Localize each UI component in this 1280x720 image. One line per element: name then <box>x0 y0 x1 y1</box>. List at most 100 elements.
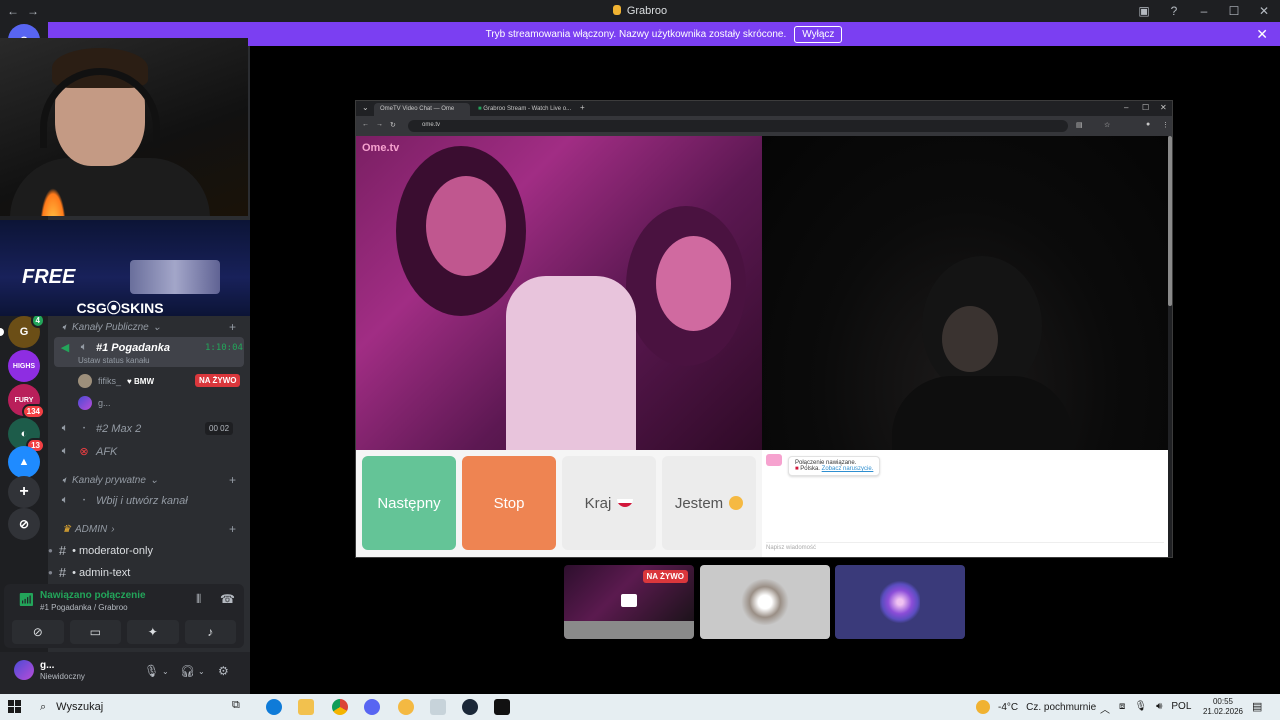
browser-close-icon[interactable]: ✕ <box>1160 103 1167 112</box>
shared-browser-window[interactable]: ⌄ OmeTV Video Chat — Ome ■ Grabroo Strea… <box>355 100 1173 558</box>
bookmark-star-icon[interactable]: ☆ <box>1104 121 1110 129</box>
channel-admin-text[interactable]: ● # • admin-text <box>48 565 130 580</box>
stop-button[interactable]: Stop <box>462 456 556 550</box>
browser-minimize-icon[interactable]: – <box>1124 103 1128 112</box>
browser-maximize-icon[interactable]: ☐ <box>1142 103 1149 112</box>
channel-pogadanka[interactable]: ◀︎ 🔈︎ #1 Pogadanka <box>58 341 170 354</box>
disable-streamer-mode-button[interactable]: Wyłącz <box>794 25 843 43</box>
browser-back-icon[interactable]: ← <box>362 121 369 128</box>
boy-face-icon <box>729 496 744 510</box>
back-arrow-icon[interactable]: ← <box>6 4 20 18</box>
server-arrow-icon[interactable]: ▲ <box>8 446 40 478</box>
channel-name: #1 Pogadanka <box>96 341 170 354</box>
channel-moderator-only[interactable]: ● # • moderator-only <box>48 543 153 558</box>
channel-afk[interactable]: 🔈︎ ⊗ AFK <box>58 445 118 458</box>
microphone-icon[interactable]: 🎙︎ <box>144 664 159 678</box>
participant-thumbnail[interactable] <box>835 565 965 639</box>
tab-search-icon[interactable]: ⌄ <box>362 103 369 112</box>
page-scrollbar[interactable] <box>1168 136 1172 306</box>
chrome-icon[interactable] <box>332 699 348 715</box>
new-tab-icon[interactable]: + <box>580 103 585 112</box>
add-channel-icon[interactable]: + <box>229 473 236 487</box>
language-indicator[interactable]: POL <box>1171 701 1191 716</box>
edge-icon[interactable] <box>266 699 282 715</box>
noise-suppression-icon[interactable]: ⦀ <box>196 592 201 607</box>
gender-button[interactable]: Jestem <box>662 456 756 550</box>
stream-thumbnail[interactable]: NA ŻYWO <box>564 565 694 639</box>
next-button[interactable]: Następny <box>362 456 456 550</box>
epic-games-icon[interactable] <box>494 699 510 715</box>
disconnect-icon[interactable]: ☎ <box>220 592 235 606</box>
notepad-icon[interactable] <box>430 699 446 715</box>
app-icon[interactable] <box>398 699 414 715</box>
screen-share-button[interactable]: ▭ <box>69 620 121 644</box>
close-icon[interactable]: ✕ <box>1256 26 1268 43</box>
soundboard-button[interactable]: ♪ <box>184 620 236 644</box>
steam-icon[interactable] <box>462 699 478 715</box>
add-channel-icon[interactable]: + <box>229 320 236 334</box>
address-bar[interactable]: ome.tv <box>408 120 1068 132</box>
file-explorer-icon[interactable] <box>298 699 314 715</box>
server-fury-icon[interactable]: FURY 134 <box>8 384 45 419</box>
chat-input[interactable]: Napisz wiadomość <box>766 542 1164 554</box>
settings-gear-icon[interactable]: ⚙ <box>218 664 229 678</box>
participant-thumbnail[interactable] <box>700 565 830 639</box>
csgoskins-ad[interactable]: FREE CSG⦿SKINS <box>0 220 250 316</box>
taskbar-search[interactable]: ⌕ Wyszukaj <box>34 696 214 718</box>
browser-toolbar: ← → ↻ ome.tv ▤ ☆ ● ⋮ <box>356 116 1172 136</box>
volume-icon[interactable]: 🔊︎ <box>1156 701 1162 716</box>
tray-overflow-icon[interactable]: ︿ <box>1100 701 1110 716</box>
user-tag: ♥ BMW <box>127 376 154 386</box>
chevron-down-icon[interactable]: ⌄ <box>198 667 205 676</box>
voice-user-fifiks[interactable]: fifiks_ ♥ BMW <box>78 374 154 388</box>
avatar <box>78 374 92 388</box>
avatar[interactable] <box>14 660 34 680</box>
task-view-icon[interactable]: ⧉ <box>232 699 248 715</box>
browser-reload-icon[interactable]: ↻ <box>390 121 396 129</box>
stop-label: Stop <box>493 494 525 512</box>
category-public[interactable]: 🔈︎ Kanały Publiczne ⌄ <box>62 322 161 333</box>
help-icon[interactable]: ? <box>1166 3 1182 19</box>
report-link[interactable]: Zobacz naruszycie. <box>822 466 874 472</box>
forward-arrow-icon[interactable]: → <box>26 4 40 18</box>
channel-max2[interactable]: 🔈︎ • #2 Max 2 <box>58 422 142 435</box>
chat-country: Polska. <box>800 466 820 472</box>
browser-tab-ometv[interactable]: OmeTV Video Chat — Ome <box>374 103 470 116</box>
explore-icon[interactable]: ⊘ <box>8 508 40 540</box>
count-a: 00 <box>209 424 218 433</box>
discord-icon[interactable] <box>364 699 380 715</box>
channel-wbij[interactable]: 🔈︎ • Wbij i utwórz kanał <box>58 494 188 507</box>
category-private[interactable]: 🔈︎ Kanały prywatne ⌄ <box>62 475 158 486</box>
close-window-button[interactable]: ✕ <box>1256 3 1272 19</box>
mic-icon[interactable]: 🎙︎ <box>1134 701 1147 716</box>
category-admin[interactable]: ♛ ADMIN › <box>62 524 115 535</box>
notification-center-icon[interactable]: ▤ <box>1252 700 1262 713</box>
country-button[interactable]: Kraj <box>562 456 656 550</box>
minimize-button[interactable]: – <box>1196 3 1212 19</box>
activities-button[interactable]: ✦ <box>127 620 179 644</box>
add-channel-icon[interactable]: + <box>229 522 236 536</box>
camera-off-button[interactable]: ⊘ <box>12 620 64 644</box>
maximize-button[interactable]: ☐ <box>1226 3 1242 19</box>
add-server-icon[interactable]: + <box>8 476 40 508</box>
chevron-down-icon[interactable]: ⌄ <box>162 667 169 676</box>
channel-status-hint[interactable]: Ustaw status kanału <box>78 356 150 365</box>
headphones-icon[interactable]: 🎧︎ <box>180 664 195 678</box>
server-g-icon[interactable]: G4 <box>8 313 45 348</box>
network-icon[interactable]: ⧈ <box>1119 701 1125 716</box>
inbox-icon[interactable]: ▣ <box>1136 3 1152 19</box>
browser-menu-icon[interactable]: ⋮ <box>1162 121 1169 129</box>
voice-user-g[interactable]: g... <box>78 396 111 410</box>
profile-icon[interactable]: ● <box>1146 121 1150 128</box>
clock[interactable]: 00:55 21.02.2026 <box>1200 697 1246 717</box>
voice-status[interactable]: Nawiązano połączenie <box>40 590 146 601</box>
browser-forward-icon[interactable]: → <box>376 121 383 128</box>
browser-tab-grabroo[interactable]: ■ Grabroo Stream - Watch Live o... <box>472 103 572 116</box>
user-name[interactable]: g... <box>40 660 54 671</box>
weather-text: Cz. pochmurnie <box>1026 701 1097 713</box>
weather-widget[interactable]: -4°C Cz. pochmurnie <box>976 700 1096 714</box>
extensions-icon[interactable]: ▤ <box>1076 121 1083 129</box>
windows-start-icon[interactable] <box>8 700 22 714</box>
server-highs-icon[interactable]: HIGHS <box>8 350 40 382</box>
signal-icon[interactable]: 📶︎ <box>18 592 35 608</box>
